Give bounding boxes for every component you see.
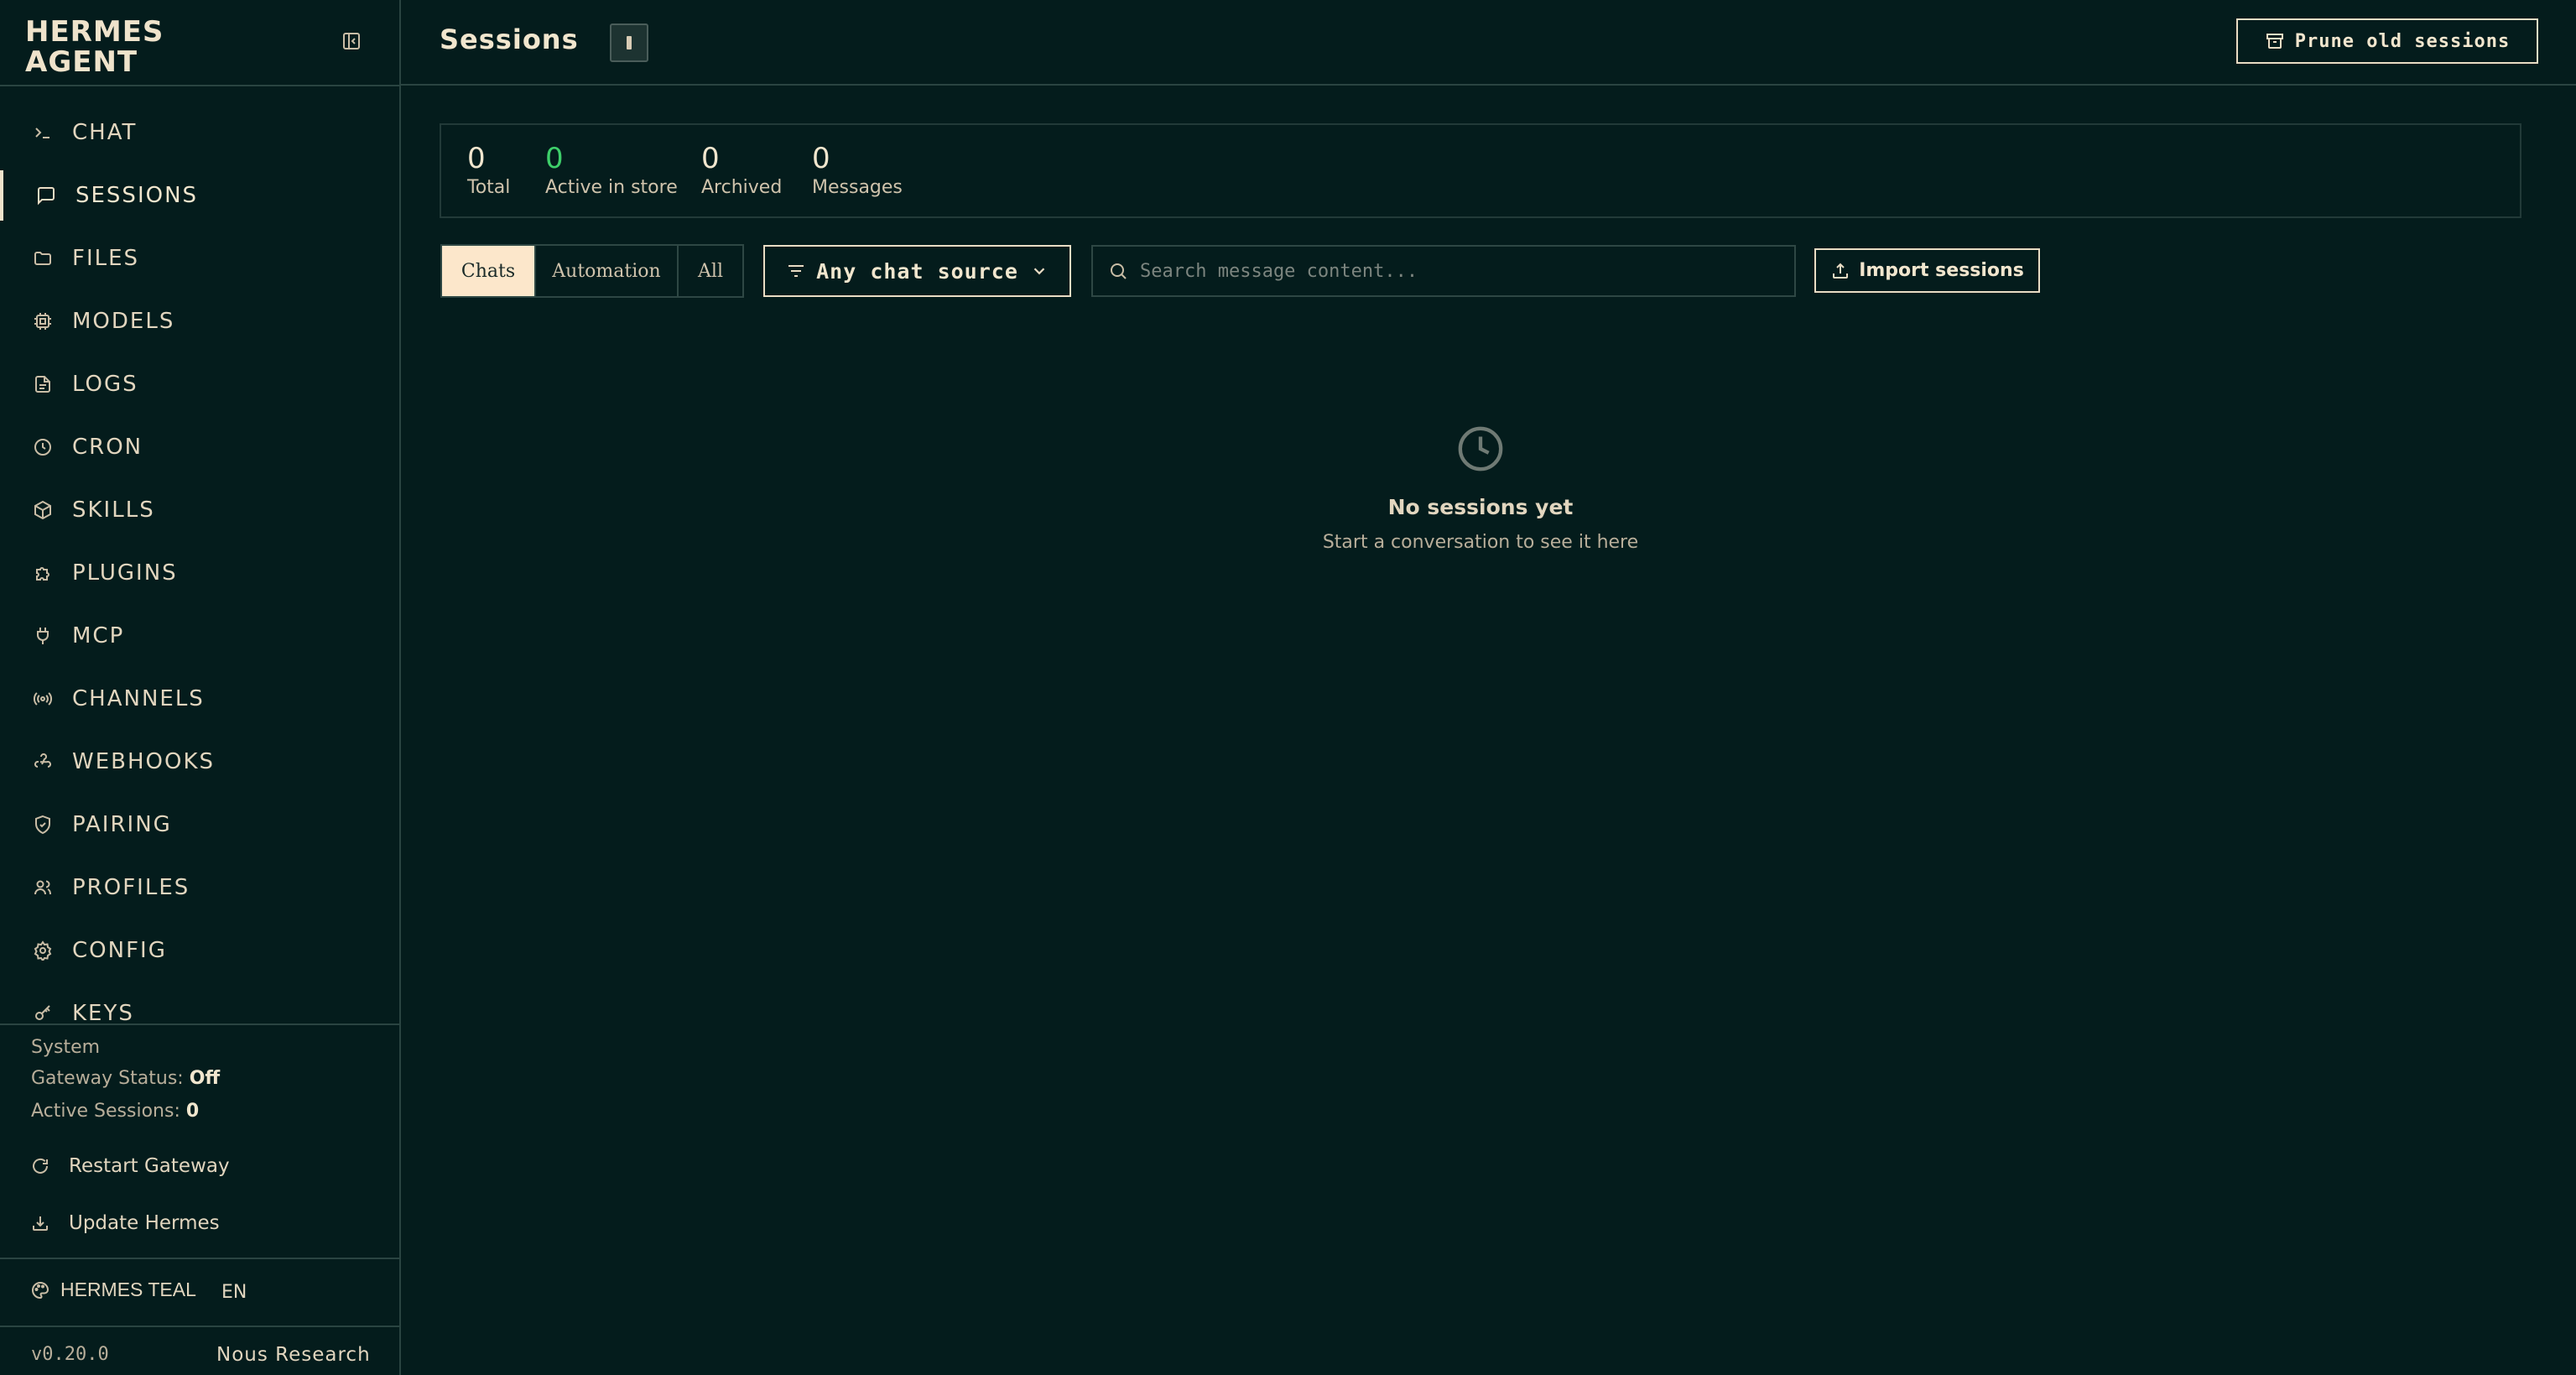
plug-icon	[30, 623, 55, 648]
archive-icon	[2266, 34, 2283, 49]
session-type-tabs: Chats Automation All	[440, 244, 744, 298]
refresh-icon	[33, 1158, 48, 1174]
sidebar-item-files[interactable]: FILES	[0, 233, 399, 284]
update-hermes-button[interactable]: Update Hermes	[30, 1206, 220, 1240]
message-square-icon	[34, 183, 59, 208]
stat-archived: 0 Archived	[701, 142, 783, 198]
download-icon	[33, 1216, 48, 1231]
palette-icon	[32, 1281, 49, 1299]
filter-icon	[788, 265, 804, 277]
sidebar-item-skills[interactable]: SKILLS	[0, 485, 399, 535]
shield-check-icon	[30, 812, 55, 837]
panel-left-close-icon	[343, 33, 360, 49]
sidebar-item-mcp[interactable]: MCP	[0, 611, 399, 661]
footer-divider	[0, 1258, 401, 1259]
empty-state-title: No sessions yet	[1387, 495, 1574, 519]
empty-clock-icon	[1456, 424, 1505, 473]
prune-sessions-button[interactable]: Prune old sessions	[2236, 18, 2538, 64]
radio-icon	[30, 686, 55, 711]
version-label: v0.20.0	[31, 1344, 109, 1365]
import-sessions-button[interactable]: Import sessions	[1814, 248, 2040, 293]
brand-logo: HERMES AGENT	[25, 15, 164, 79]
sidebar-item-plugins[interactable]: PLUGINS	[0, 548, 399, 598]
tab-all[interactable]: All	[679, 246, 742, 296]
system-heading: System	[31, 1037, 101, 1058]
gateway-status-value: Off	[189, 1068, 221, 1089]
theme-selector[interactable]: HERMES TEAL	[30, 1279, 196, 1301]
chevron-down-icon	[1033, 268, 1045, 275]
sidebar-item-channels[interactable]: CHANNELS	[0, 674, 399, 724]
clock-icon	[30, 435, 55, 460]
settings-icon	[30, 938, 55, 963]
language-selector[interactable]: EN	[221, 1282, 247, 1303]
stat-total: 0 Total	[467, 142, 511, 198]
stat-active: 0 Active in store	[545, 142, 678, 198]
sidebar-item-config[interactable]: CONFIG	[0, 925, 399, 976]
sidebar-item-chat[interactable]: CHAT	[0, 107, 399, 158]
tab-chats[interactable]: Chats	[442, 246, 536, 296]
tab-automation[interactable]: Automation	[536, 246, 679, 296]
sidebar-item-cron[interactable]: CRON	[0, 422, 399, 472]
sidebar-item-keys[interactable]: KEYS	[0, 988, 399, 1039]
search-input[interactable]	[1140, 260, 1777, 282]
upload-icon	[1833, 263, 1849, 279]
sidebar-item-models[interactable]: MODELS	[0, 296, 399, 346]
page-title: Sessions	[440, 23, 579, 55]
key-icon	[30, 1001, 55, 1026]
grip-icon	[627, 36, 632, 49]
file-text-icon	[30, 372, 55, 397]
terminal-icon	[30, 120, 55, 145]
cpu-icon	[30, 309, 55, 334]
empty-state-subtitle: Start a conversation to see it here	[1322, 532, 1639, 553]
sidebar: HERMES AGENT CHAT SESSIONS FILES MODELS …	[0, 0, 401, 1375]
collapse-sidebar-button[interactable]	[339, 29, 364, 54]
sidebar-divider	[0, 85, 401, 86]
system-divider	[0, 1023, 401, 1025]
gateway-status: Gateway Status: Off	[31, 1068, 221, 1089]
folder-icon	[30, 246, 55, 271]
package-icon	[30, 497, 55, 523]
restart-gateway-button[interactable]: Restart Gateway	[30, 1149, 230, 1183]
session-count-chip	[610, 23, 648, 62]
search-icon	[1111, 263, 1127, 279]
active-sessions-value: 0	[185, 1101, 200, 1122]
puzzle-icon	[30, 560, 55, 586]
sidebar-item-logs[interactable]: LOGS	[0, 359, 399, 409]
sidebar-item-pairing[interactable]: PAIRING	[0, 799, 399, 850]
active-sessions: Active Sessions: 0	[31, 1101, 200, 1122]
version-divider	[0, 1326, 401, 1327]
org-link[interactable]: Nous Research	[216, 1344, 371, 1366]
sidebar-item-profiles[interactable]: PROFILES	[0, 862, 399, 913]
header-divider	[401, 84, 2576, 86]
message-search[interactable]	[1091, 245, 1796, 297]
chat-source-dropdown[interactable]: Any chat source	[763, 245, 1071, 297]
stat-messages: 0 Messages	[812, 142, 903, 198]
sidebar-item-webhooks[interactable]: WEBHOOKS	[0, 737, 399, 787]
stats-panel: 0 Total 0 Active in store 0 Archived 0 M…	[440, 123, 2521, 218]
users-icon	[30, 875, 55, 900]
webhook-icon	[30, 749, 55, 774]
sidebar-item-sessions[interactable]: SESSIONS	[0, 170, 399, 221]
